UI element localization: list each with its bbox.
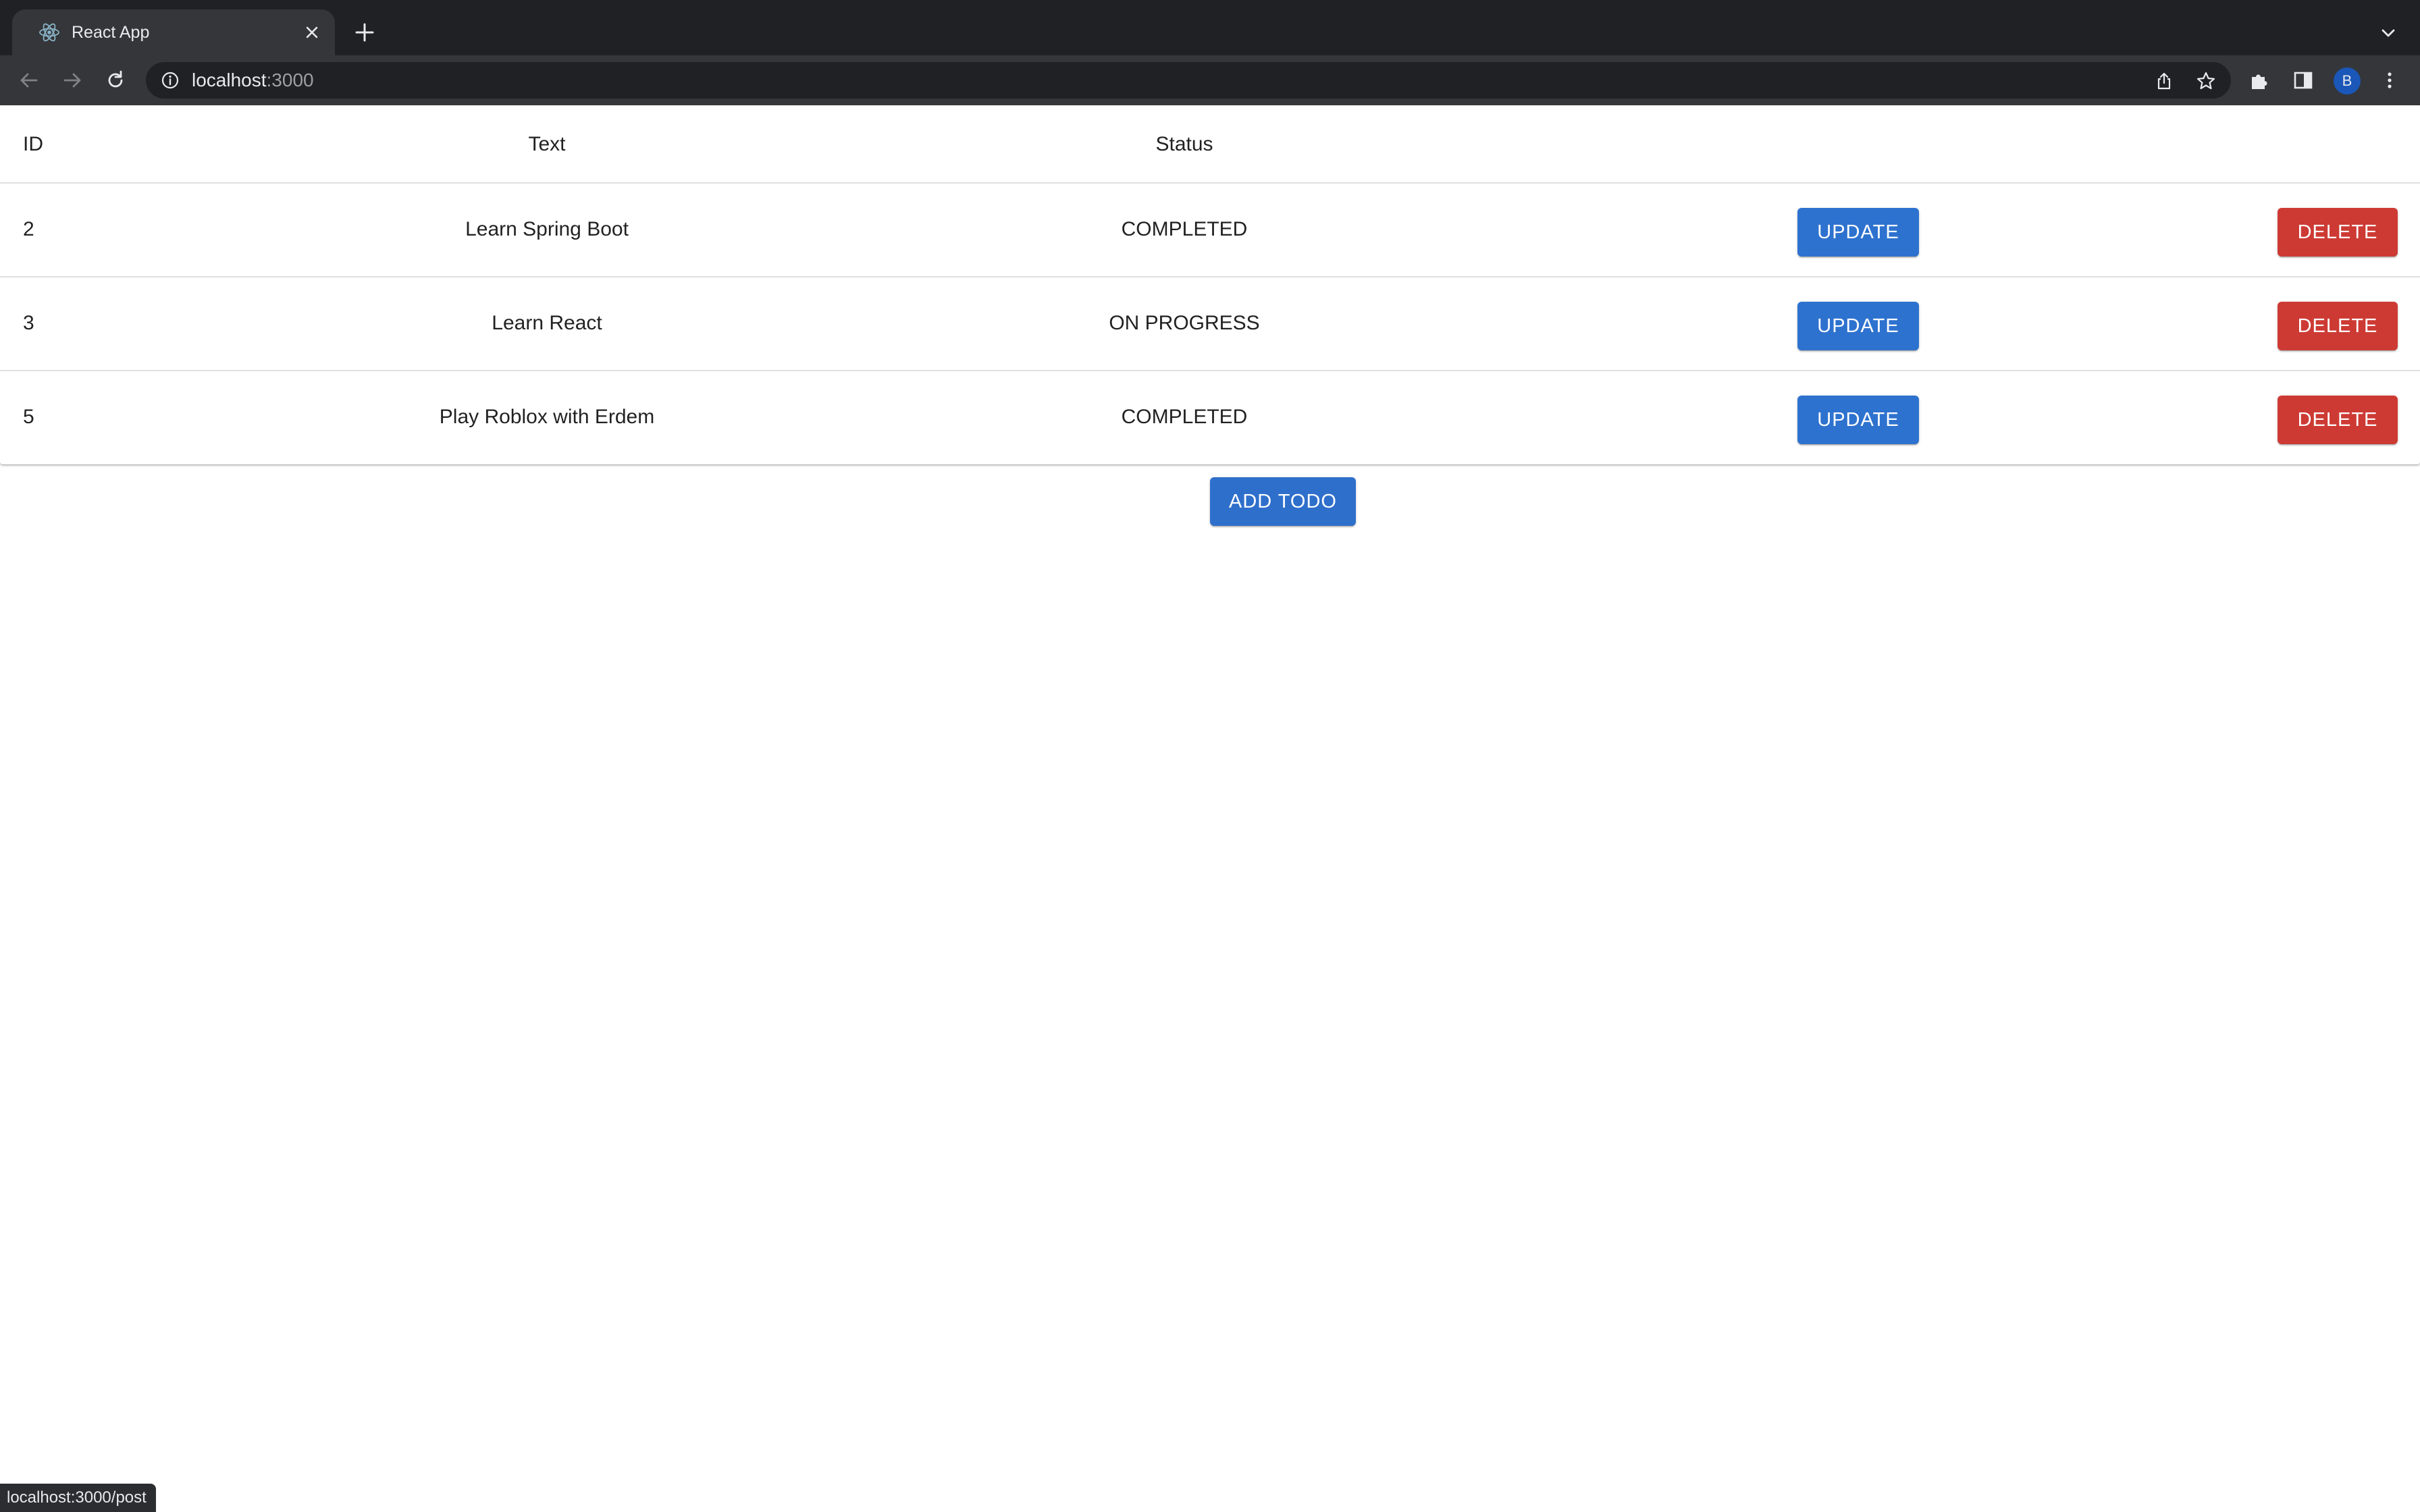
browser-toolbar: localhost:3000 B — [0, 55, 2420, 105]
delete-button[interactable]: DELETE — [2278, 208, 2398, 256]
update-button[interactable]: UPDATE — [1797, 396, 1919, 444]
page-viewport: ID Text Status 2 Learn Spring Boot COMPL… — [0, 105, 2420, 1512]
todo-text: Learn Spring Boot — [465, 218, 629, 240]
table-header-row: ID Text Status — [0, 105, 2420, 184]
star-icon[interactable] — [2196, 71, 2216, 91]
update-button[interactable]: UPDATE — [1797, 302, 1919, 350]
delete-button[interactable]: DELETE — [2278, 396, 2398, 444]
side-panel-icon[interactable] — [2292, 69, 2315, 92]
address-bar[interactable]: localhost:3000 — [146, 62, 2231, 99]
share-icon[interactable] — [2154, 71, 2174, 91]
delete-button[interactable]: DELETE — [2278, 302, 2398, 350]
tab-title: React App — [72, 23, 150, 42]
profile-avatar[interactable]: B — [2334, 68, 2361, 94]
back-arrow-icon[interactable] — [18, 69, 41, 92]
todo-status: COMPLETED — [1121, 406, 1248, 428]
react-logo-icon — [39, 23, 59, 42]
todo-status: ON PROGRESS — [1109, 312, 1260, 334]
todo-text: Play Roblox with Erdem — [439, 406, 655, 428]
header-id: ID — [23, 133, 43, 155]
todo-id: 3 — [23, 312, 34, 334]
puzzle-icon[interactable] — [2248, 69, 2271, 92]
url-text: localhost:3000 — [192, 70, 314, 91]
kebab-menu-icon[interactable] — [2378, 69, 2401, 92]
table-row: 5 Play Roblox with Erdem COMPLETED UPDAT… — [0, 371, 2420, 464]
todo-id: 5 — [23, 406, 34, 428]
add-todo-button[interactable]: ADD TODO — [1210, 477, 1356, 526]
header-text: Text — [528, 133, 566, 155]
todo-id: 2 — [23, 218, 34, 240]
browser-tab[interactable]: React App — [12, 9, 335, 55]
header-status: Status — [1155, 133, 1213, 155]
tab-strip: React App — [0, 0, 2420, 55]
url-host: localhost — [192, 70, 267, 90]
table-row: 3 Learn React ON PROGRESS UPDATE DELETE — [0, 277, 2420, 371]
browser-window: React App localhost:3000 B ID Text Statu… — [0, 0, 2420, 1512]
plus-icon[interactable] — [352, 20, 377, 45]
todo-text: Learn React — [492, 312, 602, 334]
info-icon[interactable] — [161, 71, 180, 90]
todo-status: COMPLETED — [1121, 218, 1248, 240]
chevron-down-icon[interactable] — [2378, 23, 2398, 43]
todo-table: ID Text Status 2 Learn Spring Boot COMPL… — [0, 105, 2420, 464]
link-status-bubble: localhost:3000/post — [0, 1484, 156, 1512]
close-icon[interactable] — [302, 23, 321, 42]
reload-icon[interactable] — [104, 69, 127, 92]
table-row: 2 Learn Spring Boot COMPLETED UPDATE DEL… — [0, 184, 2420, 277]
url-port: :3000 — [266, 70, 314, 90]
forward-arrow-icon[interactable] — [61, 69, 84, 92]
update-button[interactable]: UPDATE — [1797, 208, 1919, 256]
